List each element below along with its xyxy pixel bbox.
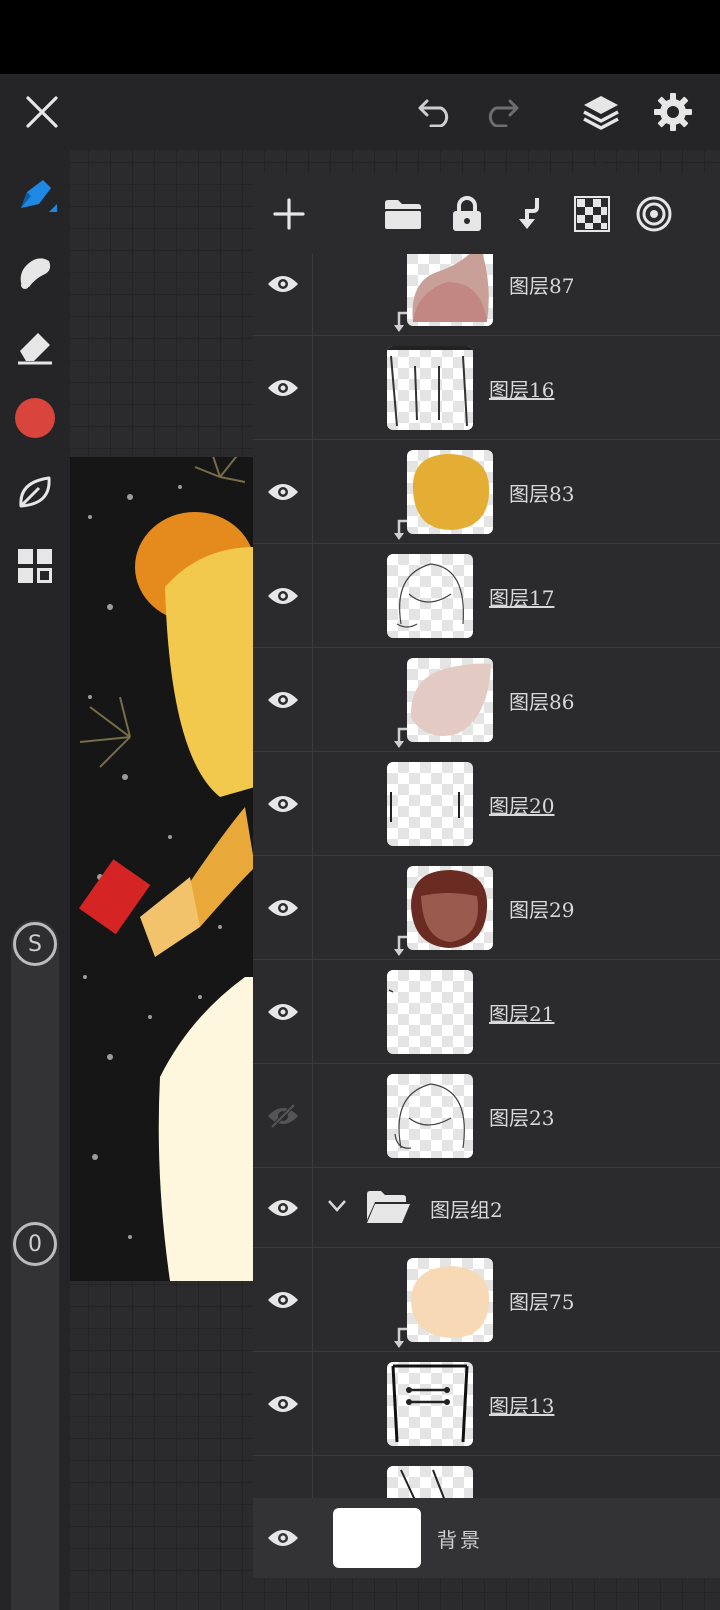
clip-arrow-icon <box>394 727 407 748</box>
eye-cell <box>253 1456 313 1498</box>
layer-thumbnail <box>407 658 493 742</box>
merge-down-icon[interactable] <box>504 188 556 240</box>
layer-row[interactable] <box>253 1456 720 1498</box>
eye-icon[interactable] <box>253 1352 313 1455</box>
layer-name: 图层87 <box>509 274 575 298</box>
layer-name: 图层75 <box>509 1290 575 1314</box>
brush-icon[interactable] <box>11 172 59 220</box>
eye-icon[interactable] <box>253 1248 313 1351</box>
transparency-icon[interactable] <box>566 188 618 240</box>
layer-name: 图层16 <box>489 378 555 402</box>
eye-icon[interactable] <box>253 1498 313 1578</box>
layer-thumbnail <box>387 346 473 430</box>
clip-arrow-icon <box>394 935 407 956</box>
leaf-icon[interactable] <box>11 468 59 516</box>
lock-icon[interactable] <box>441 188 493 240</box>
redo-icon[interactable] <box>475 86 527 138</box>
layer-thumbnail <box>407 450 493 534</box>
background-layer-row[interactable]: 背景 <box>253 1498 720 1578</box>
blend-icon[interactable] <box>628 188 680 240</box>
layers-icon[interactable] <box>575 86 627 138</box>
artwork-canvas[interactable] <box>70 457 255 1281</box>
layer-thumbnail <box>407 1258 493 1342</box>
grid-icon[interactable] <box>11 542 59 590</box>
layer-group-row[interactable]: 图层组2 <box>253 1168 720 1248</box>
layer-name: 图层86 <box>509 690 575 714</box>
undo-icon[interactable] <box>410 86 462 138</box>
layer-name: 图层83 <box>509 482 575 506</box>
clip-arrow-icon <box>394 1327 407 1348</box>
smudge-icon[interactable] <box>11 247 59 295</box>
eye-icon[interactable] <box>253 544 313 647</box>
layer-row[interactable]: 图层16 <box>253 336 720 440</box>
layer-row[interactable]: 图层13 <box>253 1352 720 1456</box>
layer-thumbnail <box>407 254 493 326</box>
eraser-icon[interactable] <box>11 322 59 370</box>
layer-name: 图层21 <box>489 1002 555 1026</box>
layer-list[interactable]: 图层87 图层16 图层83 图层17 图层86 图层20 图层29 图层21 … <box>253 254 720 1498</box>
layer-row[interactable]: 图层83 <box>253 440 720 544</box>
layer-thumbnail <box>387 1362 473 1446</box>
layer-row[interactable]: 图层86 <box>253 648 720 752</box>
layer-thumbnail <box>387 1466 473 1498</box>
opacity-slider[interactable]: 0 <box>11 1220 59 1610</box>
chevron-down-icon[interactable] <box>327 1199 347 1213</box>
close-icon[interactable] <box>16 86 68 138</box>
layer-name: 图层20 <box>489 794 555 818</box>
layer-row[interactable]: 图层17 <box>253 544 720 648</box>
eye-hidden-icon[interactable] <box>253 1064 313 1167</box>
layer-group-name: 图层组2 <box>430 1198 503 1222</box>
layer-name: 图层23 <box>489 1106 555 1130</box>
layer-name: 图层13 <box>489 1394 555 1418</box>
folder-icon[interactable] <box>377 188 429 240</box>
layer-row[interactable]: 图层21 <box>253 960 720 1064</box>
layer-thumbnail <box>387 554 473 638</box>
layer-row[interactable]: 图层87 <box>253 254 720 336</box>
layers-toolbar <box>253 174 720 254</box>
layers-panel: 图层87 图层16 图层83 图层17 图层86 图层20 图层29 图层21 … <box>253 174 720 1578</box>
layer-thumbnail <box>387 762 473 846</box>
artwork-illustration <box>70 457 255 1281</box>
plus-icon[interactable] <box>263 188 315 240</box>
panel-pointer <box>586 160 614 174</box>
layer-row[interactable]: 图层29 <box>253 856 720 960</box>
layer-thumbnail <box>407 866 493 950</box>
clip-arrow-icon <box>394 519 407 540</box>
layer-row[interactable]: 图层75 <box>253 1248 720 1352</box>
eye-icon[interactable] <box>253 856 313 959</box>
eye-icon[interactable] <box>253 336 313 439</box>
layer-row[interactable]: 图层23 <box>253 1064 720 1168</box>
layer-thumbnail <box>387 970 473 1054</box>
layer-name: 图层29 <box>509 898 575 922</box>
eye-icon[interactable] <box>253 752 313 855</box>
color-swatch[interactable] <box>11 394 59 442</box>
left-toolbar: S 0 <box>0 150 70 1610</box>
opacity-slider-knob[interactable]: 0 <box>13 1222 57 1266</box>
eye-icon[interactable] <box>253 648 313 751</box>
clip-arrow-icon <box>394 311 407 332</box>
size-slider-knob[interactable]: S <box>13 922 57 966</box>
layer-row[interactable]: 图层20 <box>253 752 720 856</box>
background-thumbnail <box>333 1508 421 1568</box>
eye-icon[interactable] <box>253 254 313 335</box>
layer-name: 图层17 <box>489 586 555 610</box>
layer-thumbnail <box>387 1074 473 1158</box>
folder-open-icon <box>367 1191 410 1223</box>
top-bar <box>0 74 720 150</box>
gear-icon[interactable] <box>647 86 699 138</box>
status-bar <box>0 0 720 74</box>
eye-icon[interactable] <box>253 1168 313 1247</box>
background-layer-name: 背景 <box>437 1528 483 1552</box>
eye-icon[interactable] <box>253 960 313 1063</box>
eye-icon[interactable] <box>253 440 313 543</box>
